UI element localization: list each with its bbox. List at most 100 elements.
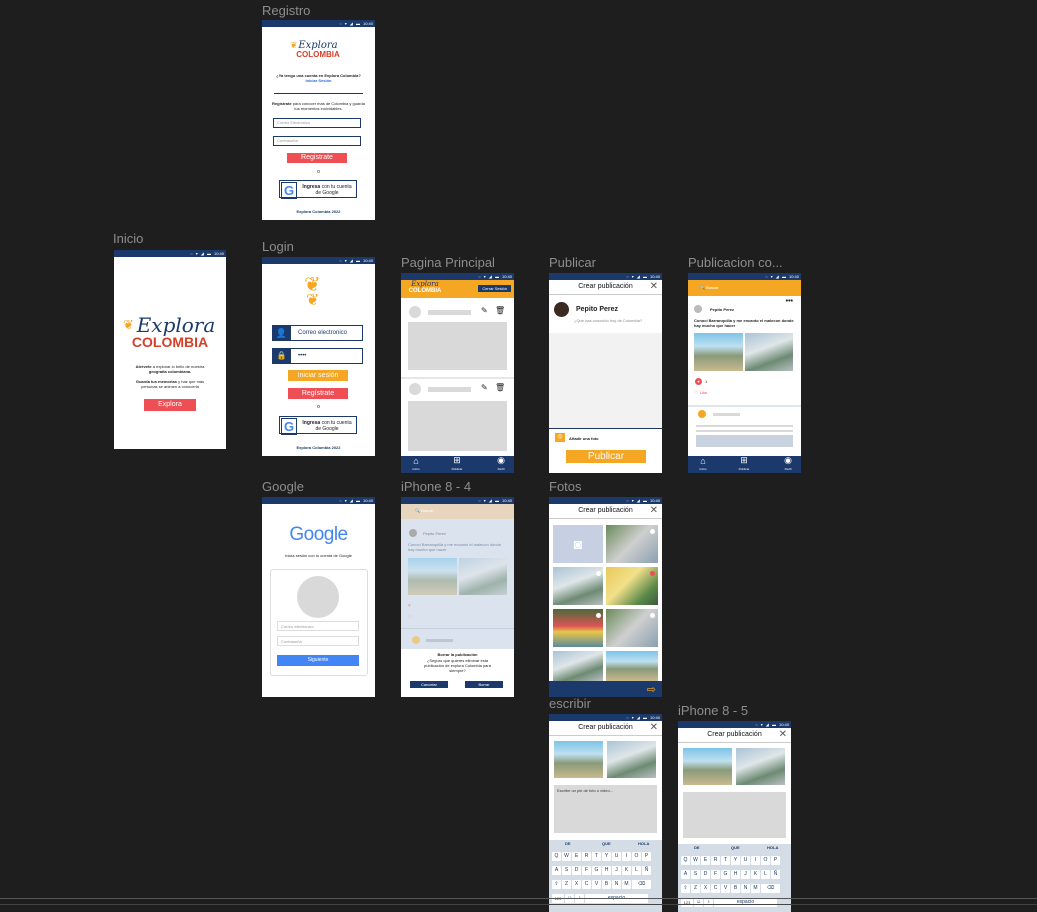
select-indicator[interactable] [650, 529, 655, 534]
key[interactable]: B [731, 884, 740, 893]
content-area[interactable] [549, 333, 662, 428]
key[interactable]: H [731, 870, 740, 879]
frame-label-publicar[interactable]: Publicar [549, 255, 596, 270]
suggestion[interactable]: HOLA [767, 845, 778, 850]
key[interactable]: E [701, 856, 710, 865]
close-icon[interactable]: ✕ [779, 729, 787, 740]
backspace-key-icon[interactable]: ⌫ [761, 884, 780, 893]
next-arrow-icon[interactable]: ⇨ [647, 683, 656, 696]
like-button[interactable]: ♡ Like [694, 390, 707, 396]
key[interactable]: H [602, 866, 611, 875]
post-text-input[interactable]: ¿Que has conocido hoy de Colombia? [574, 318, 642, 323]
key[interactable]: D [701, 870, 710, 879]
google-signin-button[interactable]: G Ingresa con tu cuenta de Google [279, 180, 357, 199]
key[interactable]: F [711, 870, 720, 879]
home-icon[interactable]: ⌂ [406, 456, 426, 466]
key[interactable]: G [592, 866, 601, 875]
suggestion[interactable]: DE [694, 845, 700, 850]
suggestion[interactable]: QUE [602, 841, 611, 846]
search-input[interactable]: Buscar [706, 285, 718, 290]
frame-label-iphone-8-4[interactable]: iPhone 8 - 4 [401, 479, 471, 494]
signin-link[interactable]: Iniciar Sesión [305, 78, 331, 83]
shift-key-icon[interactable]: ⇧ [681, 884, 690, 893]
register-button[interactable]: Registrate [287, 153, 347, 163]
emoji-key-icon[interactable]: ☺ [694, 898, 703, 907]
key[interactable]: X [572, 880, 581, 889]
key[interactable]: E [572, 852, 581, 861]
selected-photo[interactable] [683, 748, 732, 785]
camera-icon[interactable]: ◎ [555, 433, 565, 442]
key[interactable]: S [562, 866, 571, 875]
email-field[interactable]: Correo electronico [277, 621, 359, 631]
key[interactable]: L [761, 870, 770, 879]
key[interactable]: D [572, 866, 581, 875]
trash-icon[interactable]: 🗑 [495, 306, 505, 315]
key[interactable]: L [632, 866, 641, 875]
key[interactable]: P [642, 852, 651, 861]
key[interactable]: V [592, 880, 601, 889]
backspace-key-icon[interactable]: ⌫ [632, 880, 651, 889]
frame-label-inicio[interactable]: Inicio [113, 231, 143, 246]
key[interactable]: U [612, 852, 621, 861]
key[interactable]: T [592, 852, 601, 861]
select-indicator[interactable] [650, 613, 655, 618]
key[interactable]: U [741, 856, 750, 865]
key[interactable]: R [582, 852, 591, 861]
key[interactable]: C [711, 884, 720, 893]
logout-button[interactable]: Cerrar Sesión [478, 285, 511, 292]
profile-icon[interactable]: ◉ [491, 455, 511, 466]
frame-label-fotos[interactable]: Fotos [549, 479, 582, 494]
key[interactable]: Y [731, 856, 740, 865]
selected-photo[interactable] [736, 748, 785, 785]
key[interactable]: J [741, 870, 750, 879]
delete-button[interactable]: Borrar [465, 681, 503, 688]
key[interactable]: F [582, 866, 591, 875]
key[interactable]: J [612, 866, 621, 875]
key[interactable]: Q [681, 856, 690, 865]
cancel-button[interactable]: Cancelar [410, 681, 448, 688]
key[interactable]: Y [602, 852, 611, 861]
nav-perfil[interactable]: Perfil [778, 467, 798, 471]
search-input[interactable]: Buscar [421, 508, 433, 513]
camera-icon[interactable]: ◙ [553, 525, 603, 563]
close-icon[interactable]: ✕ [650, 505, 658, 516]
nav-perfil[interactable]: Perfil [491, 467, 511, 471]
frame-label-escribir[interactable]: escribir [549, 696, 591, 711]
key[interactable]: Q [552, 852, 561, 861]
signin-button[interactable]: Iniciar sesión [288, 370, 348, 381]
key[interactable]: M [751, 884, 760, 893]
google-signin-button[interactable]: G Ingresa con tu cuenta de Google [279, 416, 357, 435]
space-key[interactable]: espacio [714, 898, 777, 907]
shift-key-icon[interactable]: ⇧ [552, 880, 561, 889]
key[interactable]: N [612, 880, 621, 889]
key[interactable]: C [582, 880, 591, 889]
key[interactable]: W [691, 856, 700, 865]
select-indicator[interactable] [650, 571, 655, 576]
more-icon[interactable]: ••• [786, 298, 793, 305]
key[interactable]: O [632, 852, 641, 861]
numbers-key[interactable]: 123 [681, 898, 693, 907]
key[interactable]: Ñ [642, 866, 651, 875]
key[interactable]: A [681, 870, 690, 879]
register-button[interactable]: Regístrate [288, 388, 348, 399]
key[interactable]: T [721, 856, 730, 865]
key[interactable]: Ñ [771, 870, 780, 879]
close-icon[interactable]: ✕ [650, 722, 658, 733]
post-photo[interactable] [745, 333, 793, 371]
close-icon[interactable]: ✕ [650, 281, 658, 292]
password-field[interactable]: Contraseña [273, 136, 361, 146]
gallery-photo[interactable] [606, 651, 658, 681]
selected-photo[interactable] [607, 741, 656, 778]
email-field[interactable]: Correo Electrónico [273, 118, 361, 128]
suggestion[interactable]: QUE [731, 845, 740, 850]
profile-icon[interactable]: ◉ [778, 455, 798, 466]
suggestion[interactable]: DE [565, 841, 571, 846]
key[interactable]: Z [562, 880, 571, 889]
frame-label-pagina-principal[interactable]: Pagina Principal [401, 255, 495, 270]
key[interactable]: P [771, 856, 780, 865]
password-field[interactable]: Contraseña [277, 636, 359, 646]
frame-label-iphone-8-5[interactable]: iPhone 8 - 5 [678, 703, 748, 718]
trash-icon[interactable]: 🗑 [495, 383, 505, 392]
caption-input[interactable]: Escribe un pie de foto o video... [554, 785, 657, 833]
nav-inicio[interactable]: Inicio [693, 467, 713, 471]
